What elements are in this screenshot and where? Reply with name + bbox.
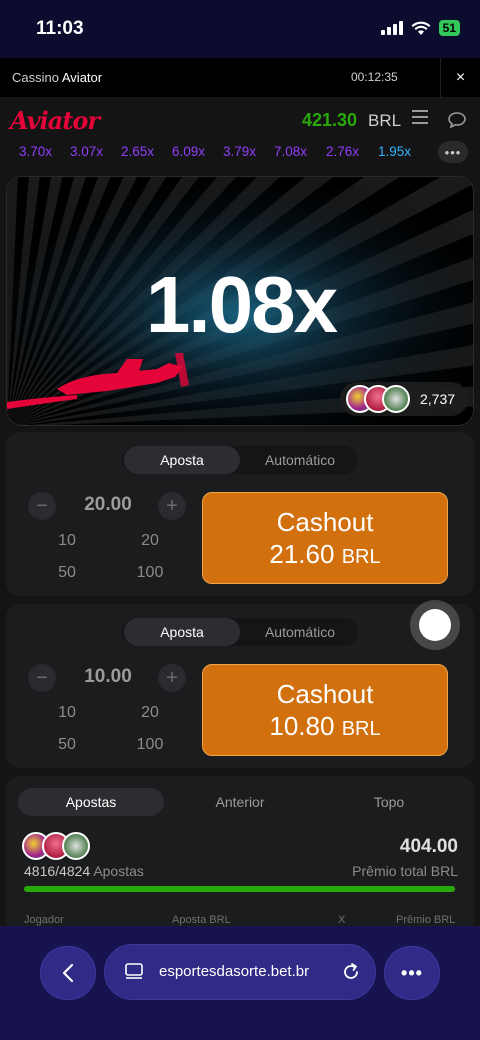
avatar [62,832,90,860]
bet-amount-stepper: − 20.00 + [28,490,188,522]
browser-nav-bar: esportesdasorte.bet.br ••• [0,926,480,1040]
close-button[interactable]: × [440,58,480,98]
game-area: Aviator 421.30 BRL 3.70x 3.07x 2.65x 6.09x 3… [0,98,480,928]
quick-bet-button[interactable]: 50 [32,732,102,758]
history-multiplier[interactable]: 1.95x [378,144,411,159]
bet-amount-value[interactable]: 20.00 [58,494,158,516]
decrease-bet-button[interactable]: − [28,492,56,520]
multiplier-history: 3.70x 3.07x 2.65x 6.09x 3.79x 7.08x 2.76x 1.95x… [0,140,480,164]
cashout-button[interactable]: Cashout 21.60 BRL [202,492,448,584]
bets-progress-fill [24,886,456,892]
back-button[interactable] [40,946,96,1000]
total-prize-label: Prêmio total BRL [352,863,458,879]
history-multiplier[interactable]: 2.76x [326,144,359,159]
bets-list-panel: Apostas Anterior Topo 4816/4824 Apostas … [6,776,474,928]
players-count: 2,737 [420,391,456,407]
quick-bet-button[interactable]: 20 [115,700,185,726]
bets-count: 4816/4824 [24,863,91,879]
cashout-currency: BRL [341,546,381,568]
chevron-left-icon [62,963,74,983]
cellular-signal-icon [380,21,403,35]
chat-icon[interactable] [448,112,466,128]
bets-list-tabs: Apostas Anterior Topo [18,788,462,816]
tab-automatico[interactable]: Automático [242,446,358,474]
column-header-aposta: Aposta BRL [172,914,231,926]
column-header-premio: Prêmio BRL [396,914,456,926]
reload-icon[interactable] [341,962,361,982]
tab-anterior[interactable]: Anterior [167,788,313,816]
bet-amount-stepper: − 10.00 + [28,662,188,694]
cashout-amount-line: 10.80 BRL [203,711,447,742]
bet-panel-2: Aposta Automático − 10.00 + 10 20 50 100… [6,604,474,768]
bet-mode-tabs: Aposta Automático [122,618,358,646]
history-multiplier[interactable]: 6.09x [172,144,205,159]
status-bar: 11:03 51 [0,0,480,58]
bettor-avatars [22,832,92,860]
game-top-bar: Aviator 421.30 BRL [0,98,480,142]
tab-apostas[interactable]: Apostas [18,788,164,816]
status-icons: 51 [380,20,460,36]
column-header-x: X [338,914,346,926]
cashout-amount: 10.80 [269,711,335,741]
quick-bet-button[interactable]: 100 [115,560,185,586]
increase-bet-button[interactable]: + [158,492,186,520]
bet-panel-1: Aposta Automático − 20.00 + 10 20 50 100… [6,432,474,596]
decrease-bet-button[interactable]: − [28,664,56,692]
quick-bet-button[interactable]: 100 [115,732,185,758]
header-title: Cassino Aviator [12,70,102,85]
bets-count-line: 4816/4824 Apostas [24,863,144,879]
cashout-button[interactable]: Cashout 10.80 BRL [202,664,448,756]
cashout-label: Cashout [276,507,374,537]
more-options-button[interactable]: ••• [384,946,440,1000]
avatar [382,385,410,413]
history-multiplier[interactable]: 3.07x [70,144,103,159]
bet-mode-tabs: Aposta Automático [122,446,358,474]
history-multiplier[interactable]: 3.70x [19,144,52,159]
history-multiplier[interactable]: 2.65x [121,144,154,159]
game-stage: 1.08x 2,737 [6,176,474,426]
app-header: Cassino Aviator 00:12:35 × [0,58,480,98]
header-title-game: Aviator [61,70,103,85]
battery-icon: 51 [438,20,460,36]
history-more-button[interactable]: ••• [438,141,468,163]
total-prize: 404.00 [399,836,458,857]
status-time: 11:03 [36,18,84,39]
cashout-label: Cashout [276,679,374,709]
wifi-icon [411,21,431,35]
url-text: esportesdasorte.bet.br [159,963,310,980]
cashout-amount-line: 21.60 BRL [203,539,447,570]
header-title-prefix: Cassino [12,70,59,85]
history-multiplier[interactable]: 3.79x [223,144,256,159]
tab-aposta[interactable]: Aposta [124,446,240,474]
page-icon [125,963,143,979]
cashout-currency: BRL [341,718,381,740]
quick-bet-button[interactable]: 10 [32,700,102,726]
current-multiplier: 1.08x [145,260,338,349]
bet-amount-value[interactable]: 10.00 [58,666,158,688]
tab-topo[interactable]: Topo [316,788,462,816]
bets-progress-bar [24,886,456,892]
increase-bet-button[interactable]: + [158,664,186,692]
tab-aposta[interactable]: Aposta [124,618,240,646]
quick-bet-button[interactable]: 50 [32,560,102,586]
column-header-jogador: Jogador [24,914,64,926]
bets-count-label: Apostas [93,863,144,879]
quick-bet-button[interactable]: 10 [32,528,102,554]
balance-amount: 421.30 [302,110,358,130]
menu-icon[interactable] [412,110,428,124]
history-multiplier[interactable]: 7.08x [274,144,307,159]
players-pill: 2,737 [340,382,468,416]
quick-bet-button[interactable]: 20 [115,528,185,554]
address-bar[interactable]: esportesdasorte.bet.br [104,944,376,1000]
assistive-touch-button[interactable] [410,600,460,650]
tab-automatico[interactable]: Automático [242,618,358,646]
session-timer: 00:12:35 [351,70,398,84]
balance-currency: BRL [368,111,402,130]
aviator-logo: Aviator [10,106,100,135]
cashout-amount: 21.60 [269,539,335,569]
